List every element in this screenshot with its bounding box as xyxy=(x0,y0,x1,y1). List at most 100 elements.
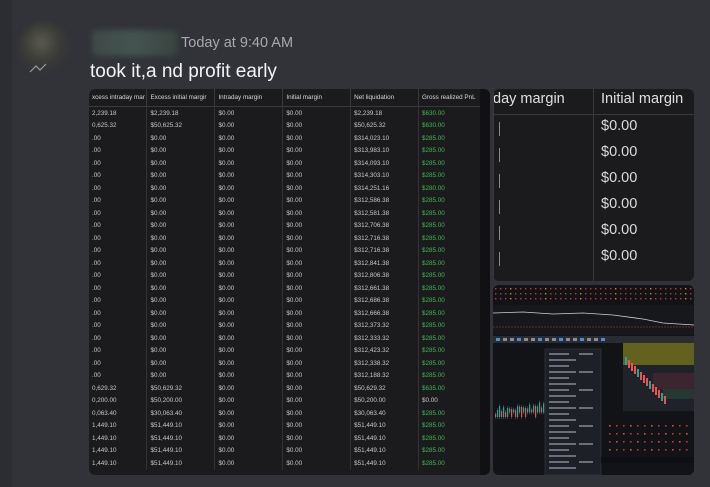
toolbar-button xyxy=(496,338,500,341)
indicator-dot xyxy=(616,425,618,427)
candle xyxy=(539,402,541,413)
indicator-dot xyxy=(545,298,547,300)
table-cell: .00 xyxy=(89,269,148,282)
indicator-dot xyxy=(585,288,587,290)
order-panel-text xyxy=(549,401,569,403)
table-row: .00 $0.00 $0.00 $0.00 $312,373.32 $285.00 xyxy=(89,319,490,332)
cropped-value-stub xyxy=(493,200,500,214)
indicator-dot xyxy=(672,433,674,435)
table-cell: $285.00 xyxy=(418,207,490,220)
indicator-dot xyxy=(625,288,627,290)
indicator-dot xyxy=(686,433,688,435)
indicator-dot xyxy=(655,293,657,295)
order-panel-text xyxy=(549,455,576,457)
table-cell: $285.00 xyxy=(418,432,490,445)
toolbar-button xyxy=(601,338,605,341)
table-cell: $0.00 xyxy=(214,444,284,457)
toolbar-button xyxy=(545,338,549,341)
table-cell: $0.00 xyxy=(146,282,216,295)
table-cell: $285.00 xyxy=(418,332,490,345)
table-cell: $0.00 xyxy=(146,132,216,145)
indicator-dot xyxy=(605,298,607,300)
indicator-dot xyxy=(645,293,647,295)
toolbar-button xyxy=(559,338,563,341)
indicator-dot xyxy=(535,293,537,295)
table-cell: $50,200.00 xyxy=(350,394,420,407)
table-cell: $0.00 xyxy=(214,219,284,232)
table-cell: $0.00 xyxy=(282,432,352,445)
indicator-dot xyxy=(635,298,637,300)
col-initial-margin: Initial margin xyxy=(282,89,352,107)
table-cell: $0.00 xyxy=(282,232,352,245)
order-panel-text xyxy=(549,359,576,361)
table-cell: .00 xyxy=(89,132,148,145)
indicator-dot xyxy=(530,288,532,290)
table-cell: $312,423.32 xyxy=(350,344,420,357)
indicator-dot xyxy=(525,293,527,295)
indicator-dot xyxy=(651,425,653,427)
table-cell: 1,449.10 xyxy=(89,457,148,470)
indicator-dot xyxy=(690,293,692,295)
indicator-dot xyxy=(510,298,512,300)
table-cell: $51,449.10 xyxy=(146,419,216,432)
table-cell: $0.00 xyxy=(146,307,216,320)
table-cell: $0.00 xyxy=(146,144,216,157)
table-cell: $312,806.38 xyxy=(350,269,420,282)
message-timestamp[interactable]: Today at 9:40 AM xyxy=(181,35,293,51)
indicator-dot xyxy=(605,293,607,295)
indicator-dot xyxy=(625,298,627,300)
table-cell: $0.00 xyxy=(418,394,490,407)
table-cell: $312,686.38 xyxy=(350,294,420,307)
table-cell: .00 xyxy=(89,307,148,320)
table-cell: $285.00 xyxy=(418,357,490,370)
table-row: .00 $0.00 $0.00 $0.00 $312,716.38 $285.00 xyxy=(89,232,490,245)
table-cell: $0.00 xyxy=(214,319,284,332)
candle xyxy=(537,406,539,413)
indicator-dot xyxy=(590,298,592,300)
attachment-margin-crop[interactable]: day margin Initial margin $0.00 $0.00 $0.0… xyxy=(493,89,694,281)
candle xyxy=(519,406,521,413)
table-cell: 1,449.10 xyxy=(89,419,148,432)
indicator-dot xyxy=(672,449,674,451)
table-row: .00 $0.00 $0.00 $0.00 $312,423.32 $285.00 xyxy=(89,344,490,357)
indicator-dot xyxy=(660,293,662,295)
table-cell: .00 xyxy=(89,319,148,332)
indicator-dot xyxy=(665,441,667,443)
table-cell: $0.00 xyxy=(214,207,284,220)
table-cell: $0.00 xyxy=(146,182,216,195)
table-cell: .00 xyxy=(89,144,148,157)
indicator-dot xyxy=(623,425,625,427)
indicator-dot xyxy=(685,288,687,290)
indicator-dot xyxy=(625,293,627,295)
table-row: .00 $0.00 $0.00 $0.00 $312,333.32 $285.00 xyxy=(89,332,490,345)
candle xyxy=(658,390,660,398)
indicator-dot xyxy=(560,288,562,290)
indicator-dot xyxy=(670,298,672,300)
chart-toolbar xyxy=(493,336,694,343)
indicator-dot xyxy=(686,441,688,443)
table-cell: $0.00 xyxy=(146,219,216,232)
indicator-dot xyxy=(660,288,662,290)
indicator-dot xyxy=(655,298,657,300)
indicator-dot xyxy=(651,449,653,451)
table-cell: .00 xyxy=(89,257,148,270)
indicator-dot xyxy=(665,293,667,295)
candle xyxy=(634,366,636,374)
col-excess-intraday-margin: xcess intraday mar xyxy=(89,89,148,107)
candle xyxy=(640,372,642,380)
table-cell: .00 xyxy=(89,294,148,307)
indicator-dot xyxy=(575,293,577,295)
table-cell: $50,629.32 xyxy=(350,382,420,395)
table-cell: $0.00 xyxy=(146,257,216,270)
attachment-account-table[interactable]: xcess intraday mar Excess initial margir… xyxy=(89,89,490,475)
author-name-redacted[interactable] xyxy=(92,30,178,56)
indicator-dot xyxy=(530,298,532,300)
order-panel-text xyxy=(549,377,569,379)
attachment-trading-chart[interactable] xyxy=(493,285,694,475)
candle xyxy=(501,411,503,417)
toolbar-button xyxy=(552,338,556,341)
table-cell: $0.00 xyxy=(282,269,352,282)
indicator-dot xyxy=(679,449,681,451)
toolbar-button xyxy=(510,338,514,341)
table-cell: $0.00 xyxy=(214,307,284,320)
